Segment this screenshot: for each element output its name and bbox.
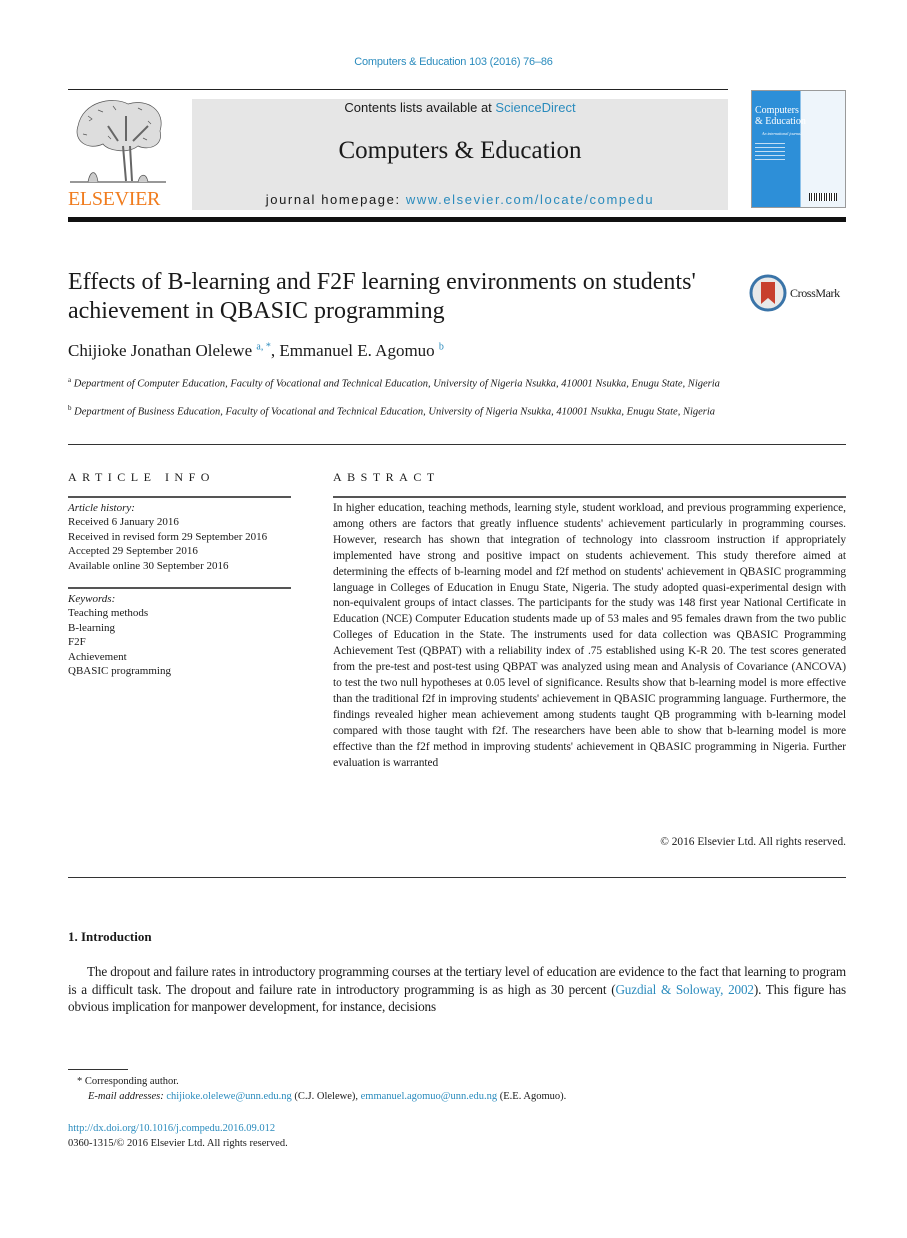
email-link[interactable]: chijioke.olelewe@unn.edu.ng [166,1091,291,1102]
article-info-rule [68,496,291,498]
cover-title-line1: Computers [755,105,799,116]
keyword-item: Achievement [68,650,127,663]
cover-title-line2: & Education [755,116,806,127]
journal-homepage: journal homepage: www.elsevier.com/locat… [192,192,728,207]
homepage-prefix: journal homepage: [265,192,406,207]
elsevier-tree-icon [70,100,166,183]
header-top-rule [68,89,728,90]
abstract-copyright: © 2016 Elsevier Ltd. All rights reserved… [660,836,846,848]
history-item: Available online 30 September 2016 [68,559,229,572]
keyword-item: B-learning [68,621,116,634]
crossmark-button[interactable]: CrossMark [749,273,849,313]
article-title: Effects of B-learning and F2F learning e… [68,269,696,324]
keyword-item: Teaching methods [68,607,149,620]
barcode-icon [809,193,837,201]
abstract-bottom-rule [68,877,846,878]
history-item: Received 6 January 2016 [68,516,179,529]
cover-subtitle: An international journal [762,131,802,136]
affiliation-marker: a [68,376,72,384]
email-label: E-mail addresses: [88,1091,167,1102]
corresponding-marker: * [77,1076,83,1087]
journal-title: Computers & Education [338,137,582,164]
footnote-rule [68,1069,128,1070]
affiliation-a: a Department of Computer Education, Facu… [68,373,728,392]
affiliation-rule [68,444,846,445]
contents-prefix: Contents lists available at [344,100,496,115]
email-owner: (C.J. Olelewe), [291,1091,361,1102]
doi-block: http://dx.doi.org/10.1016/j.compedu.2016… [68,1121,288,1151]
crossmark-icon [749,274,787,312]
issn-copyright: 0360-1315/© 2016 Elsevier Ltd. All right… [68,1138,288,1149]
sciencedirect-link[interactable]: ScienceDirect [495,100,575,115]
footnotes: * Corresponding author. E-mail addresses… [68,1074,846,1104]
affiliation-marker: b [68,404,72,412]
keyword-item: QBASIC programming [68,665,171,678]
journal-reference[interactable]: Computers & Education 103 (2016) 76–86 [354,56,553,68]
history-item: Received in revised form 29 September 20… [68,530,268,543]
abstract-rule [333,496,846,498]
doi-link[interactable]: http://dx.doi.org/10.1016/j.compedu.2016… [68,1121,288,1136]
section-heading-introduction: 1. Introduction [68,929,152,944]
keyword-item: F2F [68,636,86,649]
affiliation-text: Department of Computer Education, Facult… [73,378,720,390]
keywords-block: Keywords: Teaching methods B-learning F2… [68,592,291,678]
corresponding-text: Corresponding author. [84,1076,179,1087]
journal-reference-link[interactable]: Computers & Education 103 (2016) 76–86 [0,56,907,68]
cover-editor-lines [755,143,785,163]
email-addresses: E-mail addresses: chijioke.olelewe@unn.e… [68,1089,846,1104]
article-history-label: Article history: [68,502,135,514]
author-affiliation-marker[interactable]: b [439,341,444,352]
article-history: Article history: Received 6 January 2016… [68,501,291,573]
abstract-heading: ABSTRACT [333,470,440,484]
author-affiliation-marker[interactable]: a, * [256,341,270,352]
homepage-link[interactable]: www.elsevier.com/locate/compedu [406,192,654,207]
corresponding-author-note: * Corresponding author. [68,1074,846,1089]
cover-title: Computers & Education [755,105,806,127]
introduction-paragraph: The dropout and failure rates in introdu… [68,963,846,1016]
email-link[interactable]: emmanuel.agomuo@unn.edu.ng [361,1091,498,1102]
history-item: Accepted 29 September 2016 [68,545,198,558]
abstract-text: In higher education, teaching methods, l… [333,502,846,769]
elsevier-wordmark: ELSEVIER [68,188,161,210]
author-name[interactable]: Chijioke Jonathan Olelewe [68,341,252,360]
article-info-heading: ARTICLE INFO [68,470,215,484]
journal-cover-thumbnail[interactable]: Computers & Education An international j… [751,90,846,208]
email-owner: (E.E. Agomuo). [497,1091,567,1102]
author-name[interactable]: Emmanuel E. Agomuo [279,341,434,360]
contents-availability: Contents lists available at ScienceDirec… [192,100,728,115]
affiliation-b: b Department of Business Education, Facu… [68,401,728,420]
citation-link[interactable]: Guzdial & Soloway, 2002 [615,982,754,997]
elsevier-logo[interactable]: ELSEVIER [68,96,168,212]
keywords-label: Keywords: [68,593,116,605]
author-list: Chijioke Jonathan Olelewe a, *, Emmanuel… [68,341,444,361]
header-bottom-rule [68,217,846,222]
crossmark-label: CrossMark [790,286,840,300]
keywords-rule [68,587,291,589]
affiliation-text: Department of Business Education, Facult… [74,406,716,418]
